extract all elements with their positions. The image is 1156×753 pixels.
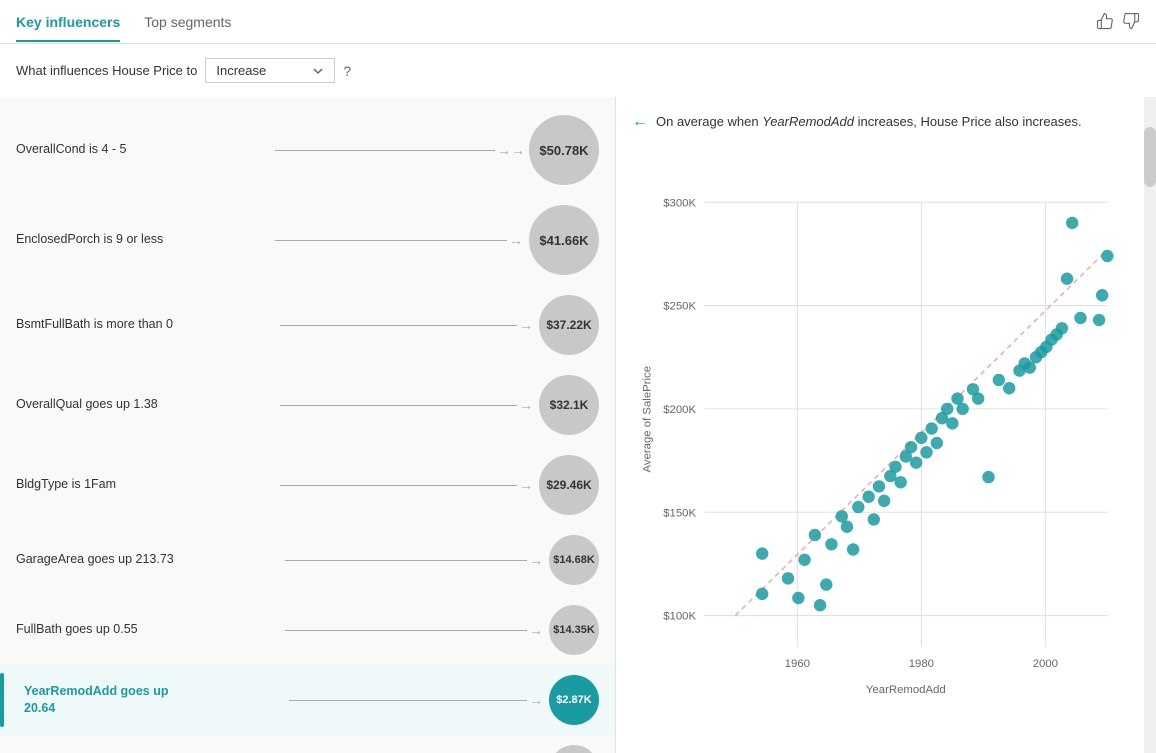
chevron-down-icon	[312, 65, 324, 77]
toolbar-icons	[1096, 12, 1140, 43]
svg-text:2000: 2000	[1033, 658, 1058, 670]
svg-text:$250K: $250K	[663, 301, 696, 313]
svg-text:$300K: $300K	[663, 198, 696, 210]
tab-top-segments[interactable]: Top segments	[144, 14, 231, 42]
value-bubble: $14.35K	[549, 605, 599, 655]
influencer-label: FullBath goes up 0.55	[16, 621, 285, 639]
filter-row: What influences House Price to Increase …	[0, 44, 1156, 97]
list-item[interactable]: BldgType is 1Fam → $29.46K	[0, 445, 615, 525]
thumbs-down-button[interactable]	[1122, 12, 1140, 35]
list-item[interactable]: OverallQual goes up 1.38 → $32.1K	[0, 365, 615, 445]
list-item[interactable]: GarageArea goes up 213.73 → $14.68K	[0, 525, 615, 595]
filter-value: Increase	[216, 63, 266, 78]
back-arrow[interactable]: ←	[632, 113, 648, 131]
value-bubble: $14.68K	[549, 535, 599, 585]
value-bubble: $32.1K	[539, 375, 599, 435]
filter-label: What influences House Price to	[16, 63, 197, 78]
scatter-chart: $300K $250K $200K $150K $100K 1960 1980 …	[632, 143, 1128, 737]
scatter-title: On average when YearRemodAdd increases, …	[656, 113, 1082, 131]
svg-text:$200K: $200K	[663, 404, 696, 416]
influencer-label: GarageArea goes up 213.73	[16, 551, 285, 569]
value-bubble: $1.35K	[549, 745, 599, 753]
value-bubble: $37.22K	[539, 295, 599, 355]
selected-indicator	[0, 673, 4, 727]
list-item[interactable]: EnclosedPorch is 9 or less → $41.66K	[0, 195, 615, 285]
tab-key-influencers[interactable]: Key influencers	[16, 14, 120, 42]
svg-text:1960: 1960	[785, 658, 810, 670]
influencer-label: YearRemodAdd goes up20.64	[24, 683, 289, 718]
value-bubble: $50.78K	[529, 115, 599, 185]
influencer-label: OverallQual goes up 1.38	[16, 396, 280, 414]
svg-text:$150K: $150K	[663, 508, 696, 520]
tab-list: Key influencers Top segments	[16, 14, 231, 42]
value-bubble: $29.46K	[539, 455, 599, 515]
scatter-panel: ← On average when YearRemodAdd increases…	[615, 97, 1144, 753]
main-content: OverallCond is 4 - 5 → $50.78K EnclosedP…	[0, 97, 1156, 753]
svg-text:YearRemodAdd: YearRemodAdd	[866, 684, 946, 696]
help-icon[interactable]: ?	[343, 63, 351, 79]
influencer-label: OverallCond is 4 - 5	[16, 141, 275, 159]
scatter-svg: $300K $250K $200K $150K $100K 1960 1980 …	[632, 143, 1128, 737]
influencer-label: BsmtFullBath is more than 0	[16, 316, 280, 334]
influencer-list: OverallCond is 4 - 5 → $50.78K EnclosedP…	[0, 97, 615, 753]
value-bubble: $2.87K	[549, 675, 599, 725]
list-item[interactable]: BsmtFullBath is more than 0 → $37.22K	[0, 285, 615, 365]
filter-dropdown[interactable]: Increase	[205, 58, 335, 83]
list-item[interactable]: OverallCond is 4 - 5 → $50.78K	[0, 105, 615, 195]
tabs-header: Key influencers Top segments	[0, 0, 1156, 44]
thumbs-up-button[interactable]	[1096, 12, 1114, 35]
svg-text:$100K: $100K	[663, 611, 696, 623]
influencer-label: BldgType is 1Fam	[16, 476, 280, 494]
scrollbar[interactable]	[1144, 97, 1156, 753]
influencer-label: EnclosedPorch is 9 or less	[16, 231, 275, 249]
svg-text:Average of SalePrice: Average of SalePrice	[642, 366, 654, 473]
scatter-header: ← On average when YearRemodAdd increases…	[632, 113, 1128, 131]
list-item[interactable]: YearBuilt goes up 30.19 → $1.35K	[0, 735, 615, 753]
list-item[interactable]: YearRemodAdd goes up20.64 → $2.87K	[0, 665, 615, 735]
svg-text:1980: 1980	[909, 658, 934, 670]
value-bubble: $41.66K	[529, 205, 599, 275]
list-item[interactable]: FullBath goes up 0.55 → $14.35K	[0, 595, 615, 665]
